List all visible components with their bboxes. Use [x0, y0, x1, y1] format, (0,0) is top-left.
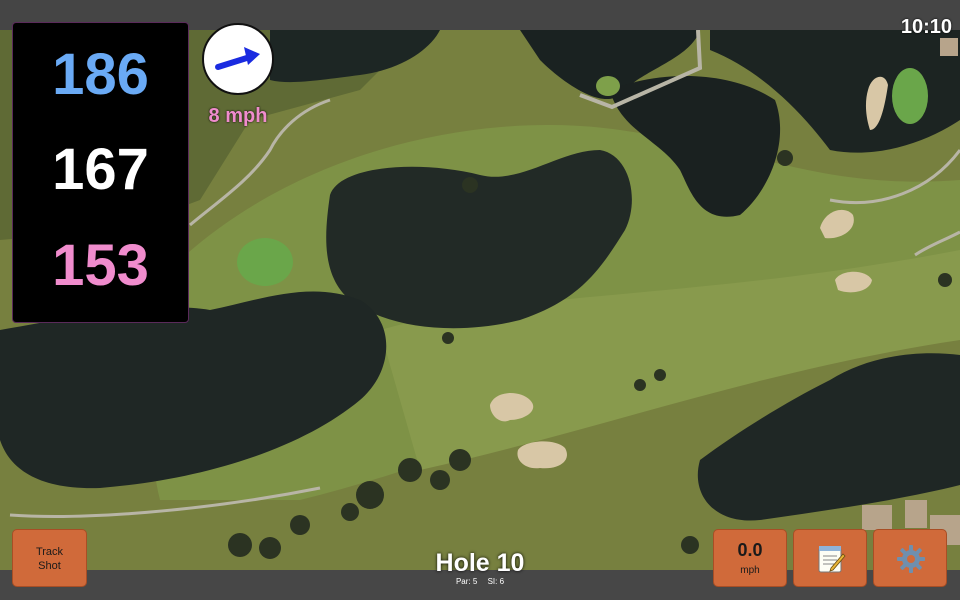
putting-green — [892, 68, 928, 124]
si-label: SI: — [487, 577, 498, 586]
si-value: 6 — [499, 577, 505, 586]
distance-panel[interactable]: 186 167 153 — [12, 22, 189, 323]
track-shot-button[interactable]: Track Shot — [12, 529, 87, 587]
speed-value: 0.0 — [737, 540, 763, 560]
par-value: 5 — [472, 577, 478, 586]
wind-direction-dial — [202, 23, 274, 95]
notes-button[interactable] — [793, 529, 867, 587]
track-shot-label-line1: Track — [35, 546, 64, 558]
settings-button[interactable] — [873, 529, 947, 587]
app-screen: 10:10 186 167 153 8 mph Track Shot Hole … — [0, 0, 960, 600]
speed-unit: mph — [740, 565, 760, 576]
par-label: Par: — [455, 577, 471, 586]
tee-box — [596, 76, 620, 96]
wind-arrow-icon — [215, 47, 260, 70]
par-info: Par: 5 — [456, 577, 477, 586]
sand-bunker — [517, 441, 568, 469]
back-of-green-distance: 186 — [52, 42, 149, 107]
putting-green — [237, 238, 293, 286]
track-shot-label-line2: Shot — [38, 560, 61, 572]
wind-speed-label: 8 mph — [208, 105, 268, 127]
notepad-icon — [818, 546, 846, 573]
speed-button[interactable]: 0.0 mph — [713, 529, 787, 587]
middle-of-green-distance: 167 — [52, 137, 149, 202]
hole-title: Hole 10 — [435, 549, 525, 577]
status-clock: 10:10 — [900, 16, 952, 38]
hole-details: Par: 5 SI: 6 — [380, 577, 580, 586]
gear-icon — [897, 545, 925, 573]
front-of-green-distance: 153 — [52, 233, 149, 298]
stroke-index-info: SI: 6 — [488, 577, 504, 586]
